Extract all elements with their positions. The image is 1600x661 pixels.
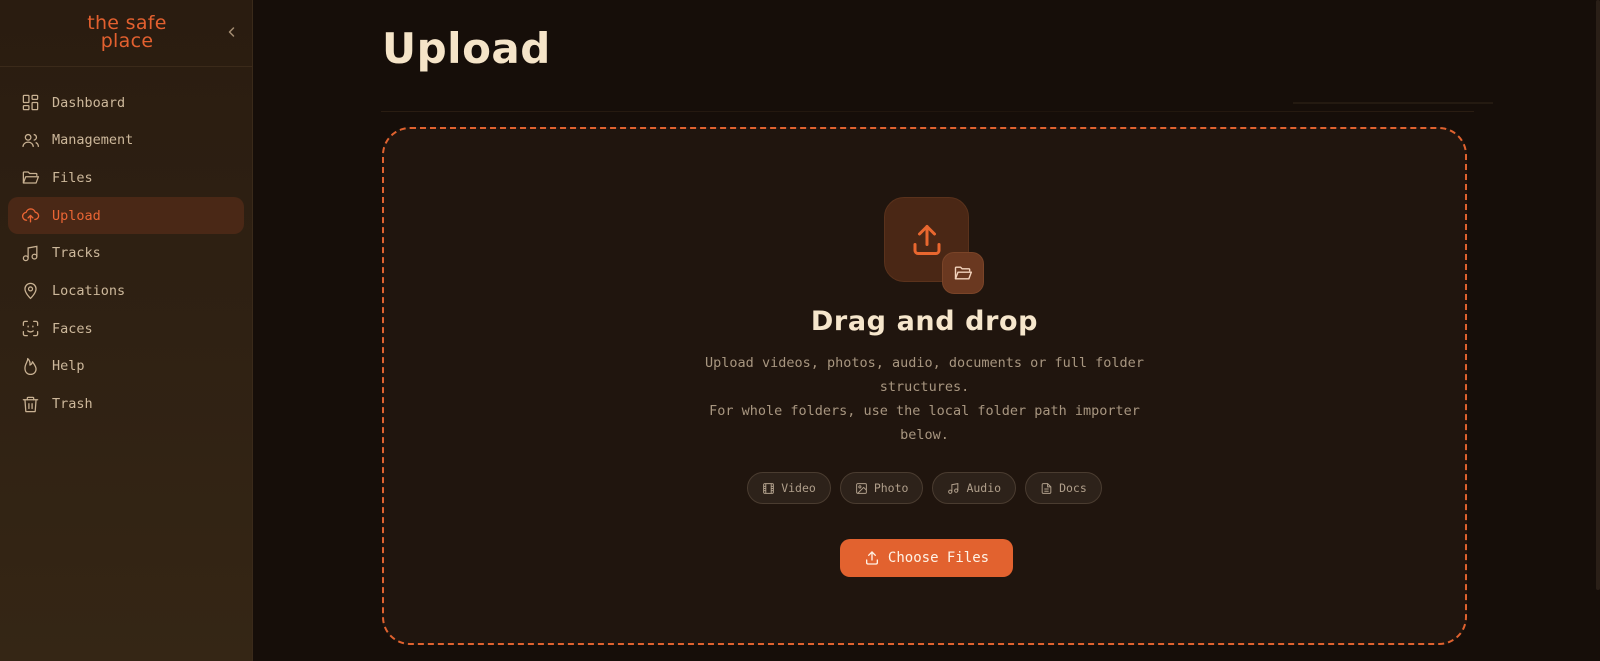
- music-icon: [948, 482, 959, 494]
- sidebar-item-label: Trash: [52, 396, 93, 412]
- folder-open-icon: [21, 168, 40, 187]
- chip-label: Docs: [1059, 481, 1087, 495]
- page-title: Upload: [382, 24, 551, 73]
- music-icon: [21, 244, 40, 263]
- sidebar-item-label: Files: [52, 169, 93, 186]
- chip-label: Video: [781, 481, 816, 495]
- image-icon: [855, 482, 867, 494]
- file-type-chips: Video Photo Audio Docs: [384, 472, 1465, 504]
- title-divider: [381, 111, 1474, 112]
- map-pin-icon: [21, 281, 40, 300]
- chip-video[interactable]: Video: [747, 472, 831, 504]
- sidebar-item-label: Management: [52, 132, 134, 149]
- folder-badge: [942, 252, 984, 294]
- film-icon: [763, 482, 775, 494]
- sidebar-nav: Dashboard Management Files Upload Tracks: [8, 84, 244, 423]
- flame-icon: [21, 357, 40, 376]
- dashboard-icon: [21, 93, 40, 112]
- sidebar-item-faces[interactable]: Faces: [8, 310, 244, 347]
- brand-header: the safe place: [0, 0, 253, 67]
- sidebar-item-management[interactable]: Management: [8, 122, 244, 159]
- document-icon: [1041, 482, 1052, 494]
- chip-photo[interactable]: Photo: [839, 472, 924, 504]
- sidebar-item-dashboard[interactable]: Dashboard: [8, 84, 244, 121]
- sidebar-item-label: Tracks: [52, 245, 101, 262]
- logo-line-2: place: [100, 30, 154, 52]
- chip-docs[interactable]: Docs: [1025, 472, 1102, 504]
- cloud-upload-icon: [21, 206, 40, 225]
- app-logo[interactable]: the safe place: [72, 14, 182, 52]
- sidebar-item-help[interactable]: Help: [8, 348, 244, 385]
- dropzone-description-line-2: For whole folders, use the local folder …: [709, 403, 1140, 443]
- chevron-left-icon: [228, 27, 235, 37]
- upload-icon: [865, 551, 878, 565]
- sidebar: the safe place Dashboard Management File…: [0, 0, 253, 661]
- sidebar-item-label: Locations: [52, 282, 126, 299]
- chip-audio[interactable]: Audio: [932, 472, 1017, 504]
- face-scan-icon: [21, 319, 40, 338]
- upload-dropzone[interactable]: Drag and drop Upload videos, photos, aud…: [382, 127, 1467, 645]
- scrollbar[interactable]: [1596, 0, 1600, 590]
- sidebar-item-upload[interactable]: Upload: [8, 197, 244, 235]
- collapse-sidebar-button[interactable]: [222, 22, 242, 42]
- dropzone-title: Drag and drop: [810, 306, 1039, 337]
- folder-open-icon: [954, 266, 973, 280]
- sidebar-item-tracks[interactable]: Tracks: [8, 235, 244, 272]
- title-divider-accent: [1293, 102, 1493, 104]
- sidebar-item-locations[interactable]: Locations: [8, 272, 244, 309]
- choose-files-button[interactable]: Choose Files: [840, 539, 1013, 577]
- sidebar-item-label: Dashboard: [52, 94, 126, 111]
- sidebar-item-label: Faces: [52, 320, 93, 337]
- chip-label: Audio: [966, 481, 1002, 495]
- main-content: Upload Drag and drop Upload videos, phot…: [253, 0, 1600, 661]
- dropzone-description-line-1: Upload videos, photos, audio, documents …: [705, 355, 1144, 395]
- sidebar-item-files[interactable]: Files: [8, 159, 244, 196]
- sidebar-item-label: Help: [52, 358, 85, 375]
- sidebar-item-label: Upload: [52, 207, 101, 224]
- trash-icon: [21, 395, 40, 414]
- users-icon: [21, 131, 40, 150]
- upload-icon: [913, 224, 940, 255]
- sidebar-item-trash[interactable]: Trash: [8, 386, 244, 423]
- chip-label: Photo: [873, 481, 909, 495]
- choose-files-label: Choose Files: [887, 550, 990, 566]
- dropzone-description: Upload videos, photos, audio, documents …: [694, 351, 1155, 447]
